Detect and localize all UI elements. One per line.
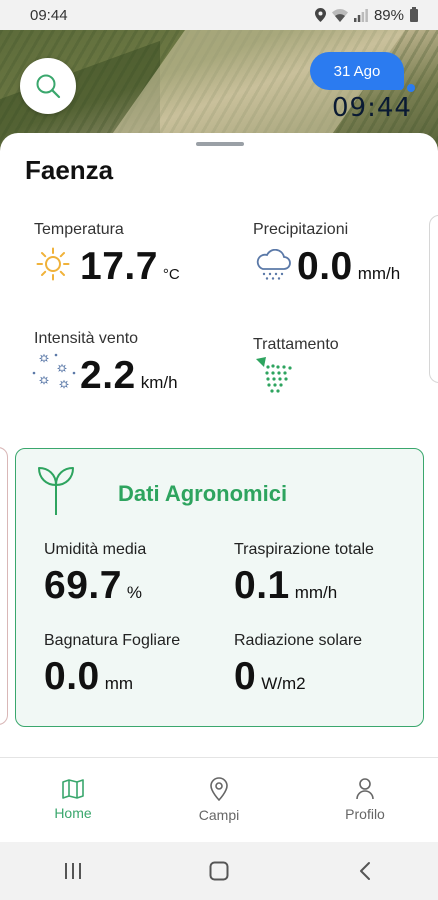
transpiration-label: Traspirazione totale — [234, 541, 374, 558]
leaf-wetness-label: Bagnatura Fogliare — [44, 632, 181, 649]
humidity-value: 69.7 — [44, 564, 122, 607]
search-icon — [36, 74, 61, 99]
temperature-label: Temperatura — [34, 221, 124, 238]
wifi-icon — [331, 8, 348, 22]
leaf-wetness-row: 0.0 mm — [44, 655, 133, 699]
temperature-row: 17.7 °C — [80, 245, 180, 289]
location-title: Faenza — [25, 155, 114, 185]
status-time: 09:44 — [30, 6, 68, 24]
nav-campi-label: Campi — [198, 807, 240, 823]
pin-icon — [210, 777, 228, 801]
leaf-wetness-value: 0.0 — [44, 655, 100, 698]
humidity-unit: % — [126, 583, 143, 602]
nav-profilo[interactable]: Profilo — [292, 758, 438, 842]
bottom-nav: Home Campi Profilo — [0, 757, 438, 842]
treatment-label: Trattamento — [253, 336, 339, 353]
temperature-unit: °C — [162, 266, 180, 283]
battery-percent: 89% — [373, 6, 404, 24]
back-button[interactable] — [335, 851, 395, 891]
solar-radiation-value: 0 — [234, 655, 257, 698]
nav-home[interactable]: Home — [0, 758, 146, 842]
sun-icon — [36, 247, 70, 281]
transpiration-value: 0.1 — [234, 564, 290, 607]
precipitation-unit: mm/h — [357, 264, 401, 283]
leaf-wetness-unit: mm — [104, 674, 134, 693]
wind-icon — [32, 353, 76, 389]
temperature-value: 17.7 — [80, 245, 158, 288]
agronomic-title: Dati Agronomici — [118, 481, 288, 506]
next-card-peek[interactable] — [429, 215, 438, 383]
system-nav-bar — [0, 842, 438, 900]
signal-icon — [353, 8, 368, 22]
humidity-row: 69.7 % — [44, 564, 142, 608]
wind-label: Intensità vento — [34, 330, 139, 347]
weather-sheet: Faenza Temperatura 17.7 °C Precipitazion… — [0, 133, 438, 755]
prev-card-peek[interactable] — [0, 447, 8, 725]
wind-row: 2.2 km/h — [80, 354, 178, 398]
spray-icon[interactable] — [254, 355, 294, 395]
home-system-button[interactable] — [189, 851, 249, 891]
recents-icon — [65, 863, 81, 879]
precipitation-label: Precipitazioni — [253, 221, 349, 238]
nav-campi[interactable]: Campi — [146, 758, 292, 842]
status-bar: 09:44 89% — [0, 0, 438, 30]
sprout-icon — [38, 467, 74, 515]
solar-radiation-row: 0 W/m2 — [234, 655, 306, 699]
agronomic-card[interactable]: Dati Agronomici Umidità media 69.7 % Tra… — [15, 448, 424, 727]
home-square-icon — [209, 861, 229, 881]
location-icon — [314, 8, 326, 22]
nav-profilo-label: Profilo — [345, 806, 385, 822]
recents-button[interactable] — [43, 851, 103, 891]
back-chevron-icon — [360, 862, 370, 880]
precipitation-value: 0.0 — [297, 245, 353, 288]
date-indicator-dot — [407, 84, 415, 92]
nav-home-label: Home — [54, 805, 92, 821]
transpiration-unit: mm/h — [294, 583, 338, 602]
date-bubble[interactable]: 31 Ago — [310, 52, 404, 90]
map-icon — [62, 779, 84, 799]
rain-cloud-icon — [256, 249, 291, 280]
humidity-label: Umidità media — [44, 541, 147, 558]
person-icon — [356, 778, 374, 800]
solar-radiation-label: Radiazione solare — [234, 632, 363, 649]
battery-icon — [410, 6, 418, 22]
transpiration-row: 0.1 mm/h — [234, 564, 337, 608]
map-time: 09:44 — [332, 93, 412, 123]
solar-radiation-unit: W/m2 — [261, 674, 306, 693]
precipitation-row: 0.0 mm/h — [297, 245, 400, 289]
sheet-handle[interactable] — [196, 142, 244, 146]
search-button[interactable] — [20, 58, 76, 114]
wind-value: 2.2 — [80, 354, 136, 397]
wind-unit: km/h — [140, 373, 178, 392]
status-icons: 89% — [314, 6, 418, 24]
